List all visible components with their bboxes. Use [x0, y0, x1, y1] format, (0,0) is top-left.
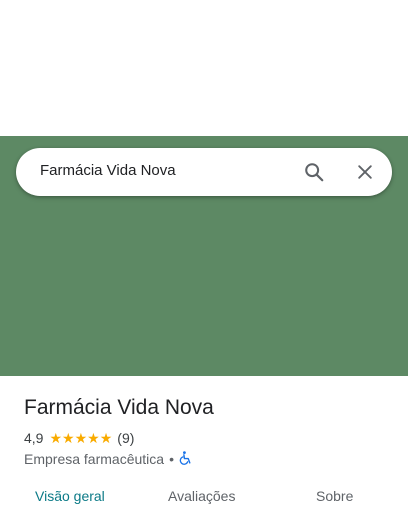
place-title: Farmácia Vida Nova — [24, 396, 214, 419]
place-details-panel: Farmácia Vida Nova 4,9 ★ ★ ★ ★ ★ (9) Emp… — [0, 376, 408, 512]
rating-value: 4,9 — [24, 430, 44, 446]
top-blank-area — [0, 0, 408, 136]
tab-about[interactable]: Sobre — [316, 488, 353, 504]
close-icon[interactable] — [349, 156, 381, 188]
search-icon[interactable] — [298, 156, 330, 188]
star-icon: ★ — [87, 430, 100, 446]
search-input[interactable]: Farmácia Vida Nova — [40, 162, 176, 179]
star-icon: ★ — [62, 430, 75, 446]
tab-reviews[interactable]: Avaliações — [168, 488, 235, 504]
review-count[interactable]: (9) — [117, 430, 134, 446]
wheelchair-accessible-icon — [179, 450, 192, 468]
tab-overview[interactable]: Visão geral — [35, 488, 105, 504]
category-row: Empresa farmacêutica • — [24, 450, 192, 468]
separator-dot: • — [169, 451, 174, 467]
search-bar[interactable]: Farmácia Vida Nova — [16, 148, 392, 196]
star-icon: ★ — [49, 430, 63, 446]
place-category: Empresa farmacêutica — [24, 451, 165, 467]
place-tabs: Visão geral Avaliações Sobre — [0, 484, 408, 512]
rating-stars: ★ ★ ★ ★ ★ — [49, 431, 112, 445]
star-icon: ★ — [99, 430, 113, 446]
rating-row[interactable]: 4,9 ★ ★ ★ ★ ★ (9) — [24, 429, 134, 447]
star-icon: ★ — [74, 430, 88, 446]
